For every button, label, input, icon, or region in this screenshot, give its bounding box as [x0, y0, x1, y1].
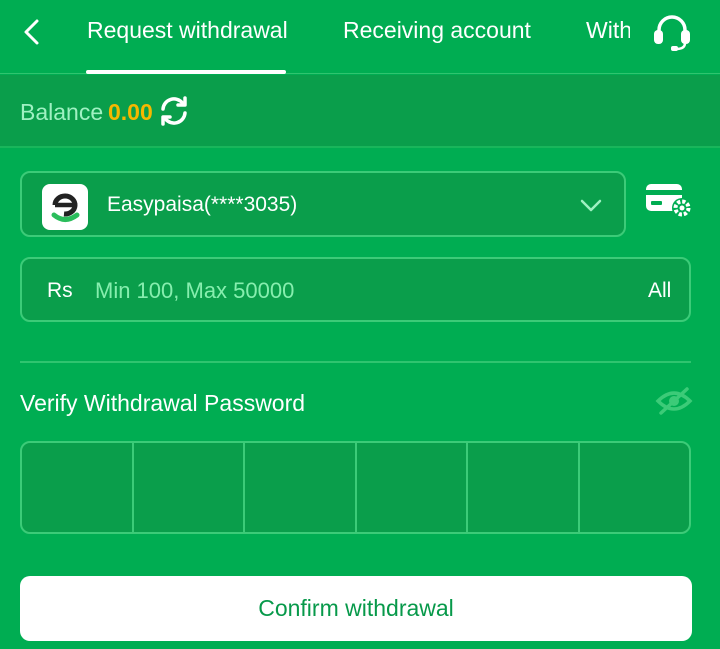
- easypaisa-mark-icon: [51, 193, 80, 222]
- top-nav: Request withdrawal Receiving account Wit…: [0, 0, 720, 74]
- eye-off-icon[interactable]: [655, 385, 693, 417]
- headset-icon[interactable]: [650, 12, 694, 52]
- amount-input[interactable]: [95, 273, 575, 309]
- currency-symbol: Rs: [47, 279, 73, 302]
- confirm-withdrawal-button[interactable]: Confirm withdrawal: [20, 576, 692, 641]
- password-pin-grid[interactable]: [20, 441, 691, 534]
- tab-withdrawal-history[interactable]: With: [586, 17, 630, 44]
- verify-password-label: Verify Withdrawal Password: [20, 390, 306, 416]
- pin-cell[interactable]: [357, 443, 468, 532]
- amount-field: Rs All: [20, 257, 691, 322]
- chevron-down-icon: [580, 199, 602, 212]
- refresh-icon[interactable]: [157, 94, 191, 128]
- tab-receiving-account[interactable]: Receiving account: [343, 17, 531, 44]
- card-settings-icon[interactable]: [645, 181, 693, 221]
- pin-cell[interactable]: [22, 443, 134, 532]
- divider: [20, 361, 691, 363]
- chevron-left-icon[interactable]: [18, 16, 46, 48]
- all-amount-button[interactable]: All: [648, 279, 671, 303]
- pin-cell[interactable]: [134, 443, 245, 532]
- balance-value: 0.00: [108, 99, 153, 125]
- selected-account: Easypaisa(****3035): [107, 193, 298, 216]
- active-tab-indicator: [86, 70, 286, 74]
- receiving-account-select[interactable]: Easypaisa(****3035): [20, 171, 626, 237]
- pin-cell[interactable]: [245, 443, 357, 532]
- easypaisa-logo: [42, 184, 88, 230]
- balance-bar: Balance 0.00: [0, 75, 720, 148]
- pin-cell[interactable]: [468, 443, 580, 532]
- tab-request-withdrawal[interactable]: Request withdrawal: [87, 17, 288, 44]
- balance-label: Balance: [20, 99, 104, 125]
- pin-cell[interactable]: [580, 443, 690, 532]
